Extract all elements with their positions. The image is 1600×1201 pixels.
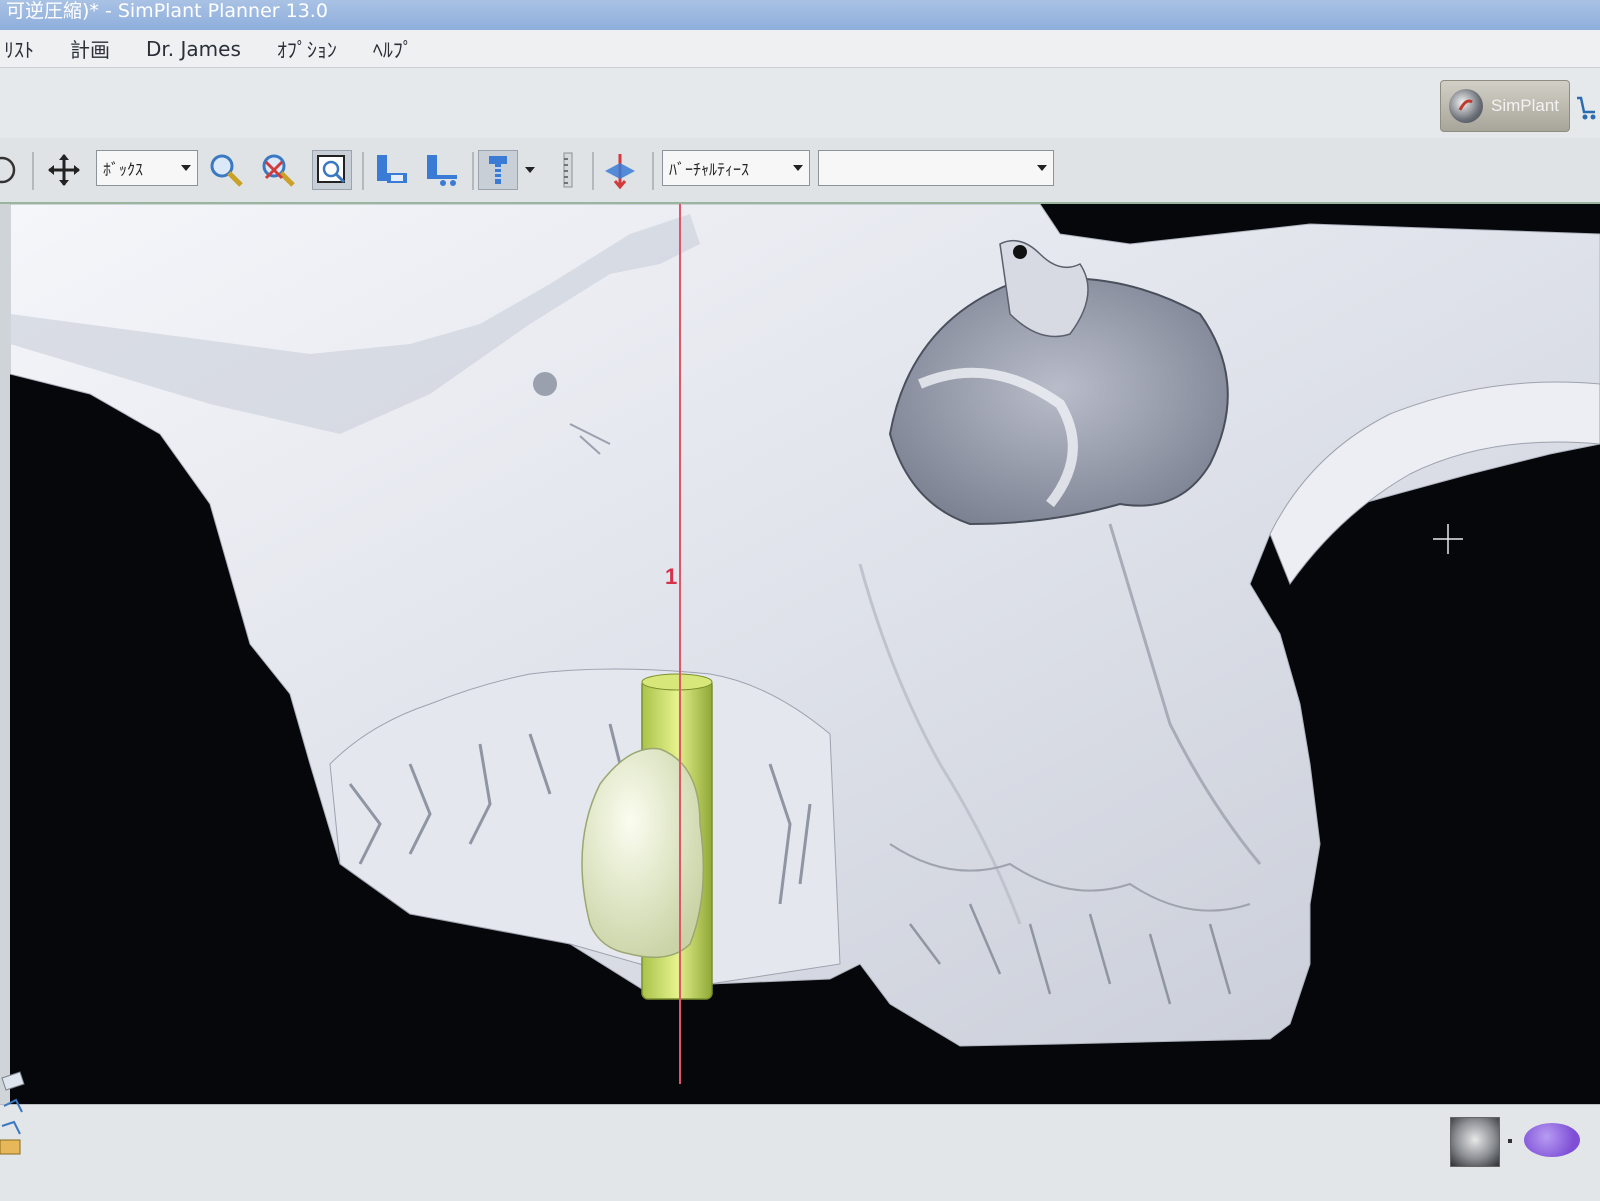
menu-dr-james[interactable]: Dr. James <box>142 35 245 63</box>
surface-thumbnail-icon[interactable] <box>1524 1123 1580 1157</box>
secondary-select[interactable] <box>818 150 1054 186</box>
status-bar <box>0 1104 1600 1201</box>
virtual-teeth-select-value: ﾊﾞｰﾁｬﾙﾃｨｰｽ <box>669 160 750 179</box>
zoom-icon[interactable] <box>206 150 246 190</box>
separator-dot-icon <box>1508 1139 1512 1143</box>
virtual-teeth-select[interactable]: ﾊﾞｰﾁｬﾙﾃｨｰｽ <box>662 150 810 186</box>
left-mini-toolbar <box>0 1070 26 1180</box>
toolbar: ﾎﾞｯｸｽ ﾊﾞｰﾁｬﾙﾃｨｰｽ <box>0 138 1600 204</box>
view-mode-select-value: ﾎﾞｯｸｽ <box>103 160 144 179</box>
chevron-down-icon <box>181 165 191 171</box>
implant-tool-icon[interactable] <box>478 150 518 190</box>
left-panel-edge <box>0 204 10 1200</box>
implant-number-label: 1 <box>665 564 678 589</box>
simplant-label: SimPlant <box>1491 96 1560 115</box>
toolbar-separator <box>652 152 654 190</box>
zoom-fit-icon[interactable] <box>312 150 352 190</box>
toolbar-separator <box>592 152 594 190</box>
menu-list[interactable]: ﾘｽﾄ <box>0 32 38 65</box>
menu-options[interactable]: ｵﾌﾟｼｮﾝ <box>273 32 341 65</box>
cart-icon[interactable] <box>1574 84 1600 130</box>
menu-bar: ﾘｽﾄ 計画 Dr. James ｵﾌﾟｼｮﾝ ﾍﾙﾌﾟ <box>0 30 1600 68</box>
nerve-tool-icon[interactable] <box>600 150 640 190</box>
chevron-down-icon <box>793 165 803 171</box>
simplant-button[interactable]: SimPlant <box>1440 80 1570 132</box>
3d-viewport[interactable]: 1 <box>10 204 1600 1104</box>
menu-help[interactable]: ﾍﾙﾌﾟ <box>369 32 417 65</box>
implant-abutment-icon[interactable] <box>422 150 462 190</box>
toolbar-separator <box>472 152 474 190</box>
window-title: 可逆圧縮)* - SimPlant Planner 13.0 <box>0 0 1600 30</box>
implant-place-icon[interactable] <box>372 150 412 190</box>
3d-skull-render <box>10 204 1600 1084</box>
chevron-down-icon <box>1037 165 1047 171</box>
view-mode-select[interactable]: ﾎﾞｯｸｽ <box>96 150 198 186</box>
crosshair-cursor <box>1433 524 1463 554</box>
rotate-icon[interactable] <box>0 150 22 190</box>
ribbon: SimPlant <box>0 68 1600 139</box>
toolbar-separator <box>32 152 34 190</box>
menu-plan[interactable]: 計画 <box>66 32 114 65</box>
toolbar-separator <box>362 152 364 190</box>
skull-thumbnail-icon[interactable] <box>1450 1117 1500 1167</box>
pan-icon[interactable] <box>44 150 84 190</box>
simplant-logo-icon <box>1449 89 1483 123</box>
chevron-down-icon[interactable] <box>520 150 540 190</box>
ruler-icon[interactable] <box>548 150 588 190</box>
zoom-reset-icon[interactable] <box>258 150 298 190</box>
